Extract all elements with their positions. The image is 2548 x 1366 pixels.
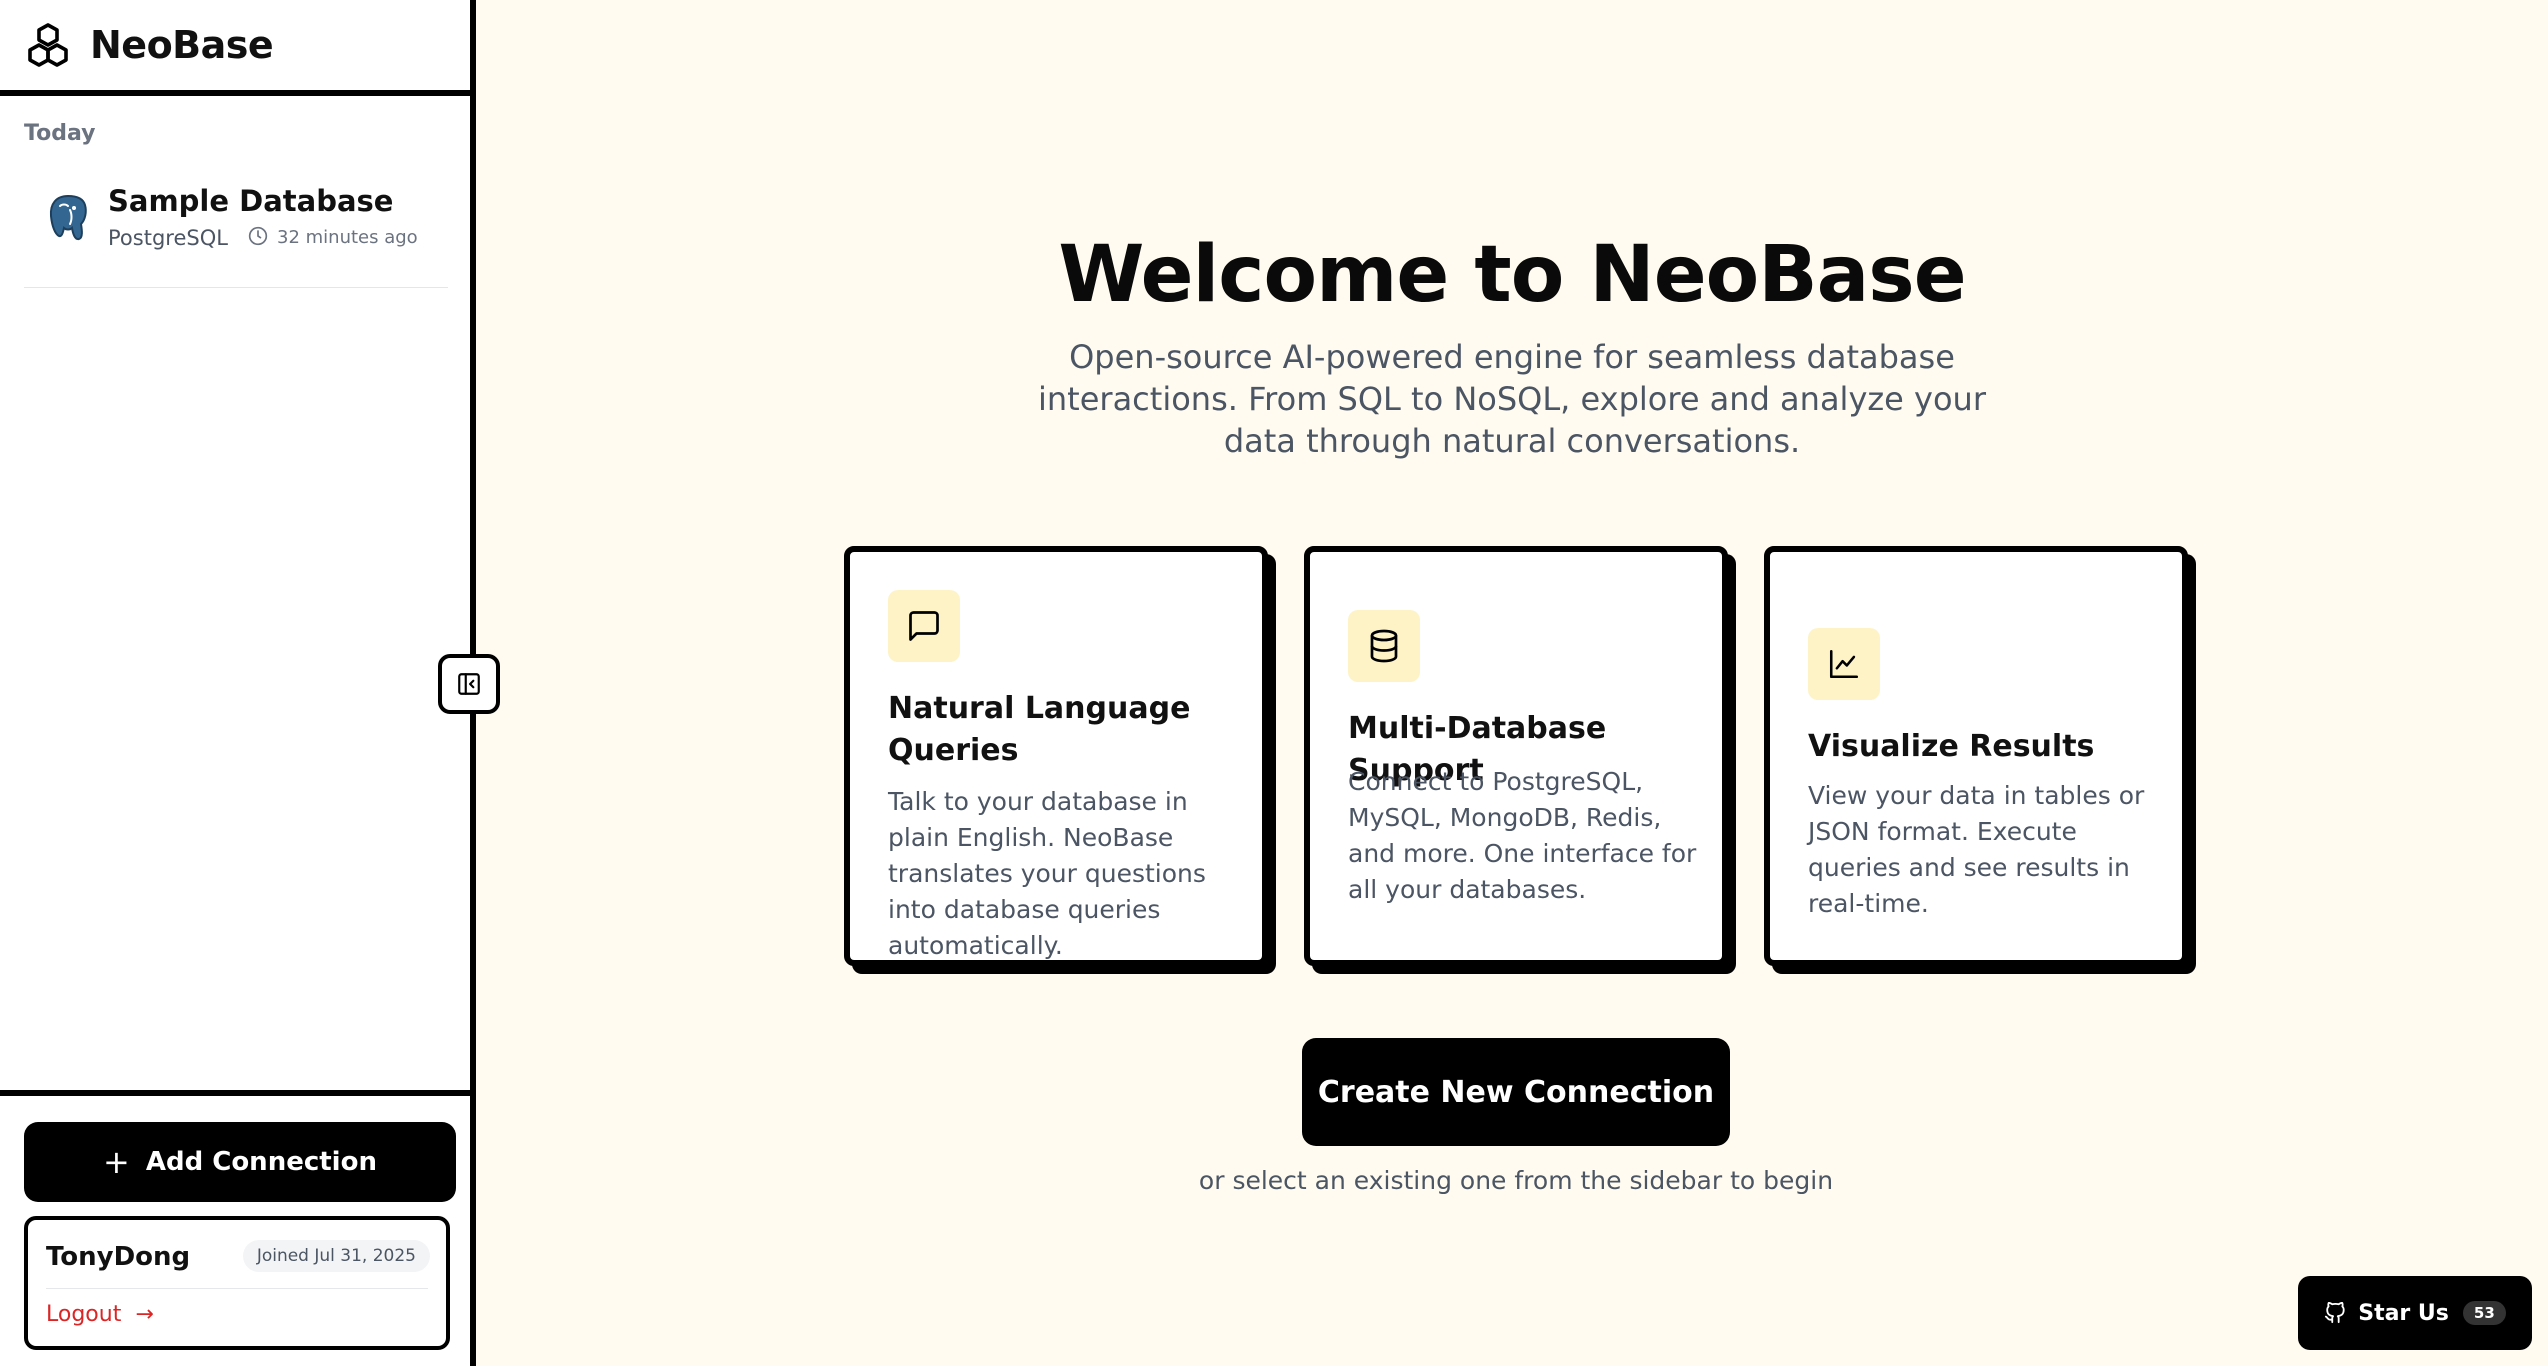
hint-text: or select an existing one from the sideb… [1198, 1166, 1834, 1195]
panel-left-close-icon [458, 673, 480, 695]
create-new-connection-button[interactable]: Create New Connection [1302, 1038, 1730, 1146]
sidebar-header: NeoBase [0, 0, 470, 96]
sidebar: NeoBase Today Sample Database PostgreSQL… [0, 0, 476, 1366]
postgresql-icon [49, 194, 87, 241]
feature-title: Visualize Results [1808, 729, 2095, 764]
logout-label: Logout [46, 1302, 122, 1327]
star-us-label: Star Us [2358, 1300, 2449, 1326]
feature-description: Talk to your database in plain English. … [888, 787, 1206, 960]
user-name: TonyDong [46, 1242, 191, 1272]
line-chart-icon [1808, 628, 1880, 700]
plus-icon: + [103, 1143, 130, 1181]
collapse-sidebar-button[interactable] [438, 654, 500, 714]
logout-button[interactable]: Logout → [46, 1302, 154, 1327]
feature-card-visualize: Visualize Results View your data in tabl… [1764, 546, 2188, 966]
divider [46, 1288, 428, 1289]
feature-description: Connect to PostgreSQL, MySQL, MongoDB, R… [1348, 767, 1697, 904]
github-icon [2325, 1302, 2345, 1324]
feature-card-multi-database: Multi-Database Support Connect to Postgr… [1304, 546, 1728, 966]
connection-item[interactable]: Sample Database PostgreSQL 32 minutes ag… [24, 170, 448, 288]
joined-badge: Joined Jul 31, 2025 [242, 1240, 430, 1272]
connection-type: PostgreSQL [108, 226, 228, 250]
feature-title: Natural Language Queries [888, 691, 1191, 768]
database-icon [1348, 610, 1420, 682]
arrow-right-icon: → [135, 1302, 154, 1327]
welcome-title: Welcome to NeoBase [1058, 230, 1966, 320]
add-connection-label: Add Connection [145, 1147, 377, 1177]
star-us-button[interactable]: Star Us 53 [2298, 1276, 2532, 1350]
sidebar-footer: + Add Connection TonyDong Joined Jul 31,… [0, 1090, 470, 1366]
connection-name: Sample Database [108, 184, 394, 218]
add-connection-button[interactable]: + Add Connection [24, 1122, 456, 1202]
connection-time: 32 minutes ago [277, 227, 418, 248]
feature-card-natural-language: Natural Language Queries Talk to your da… [844, 546, 1268, 966]
star-count: 53 [2462, 1301, 2506, 1325]
clock-icon [248, 226, 268, 246]
user-card: TonyDong Joined Jul 31, 2025 Logout → [24, 1216, 450, 1350]
message-square-icon [888, 590, 960, 662]
boxes-logo-icon [28, 23, 68, 67]
welcome-subtitle: Open-source AI-powered engine for seamle… [1038, 338, 1986, 460]
app-name: NeoBase [90, 23, 274, 67]
section-label-today: Today [24, 121, 96, 146]
feature-description: View your data in tables or JSON format.… [1808, 781, 2145, 918]
main-content: Welcome to NeoBase Open-source AI-powere… [476, 0, 2548, 1366]
